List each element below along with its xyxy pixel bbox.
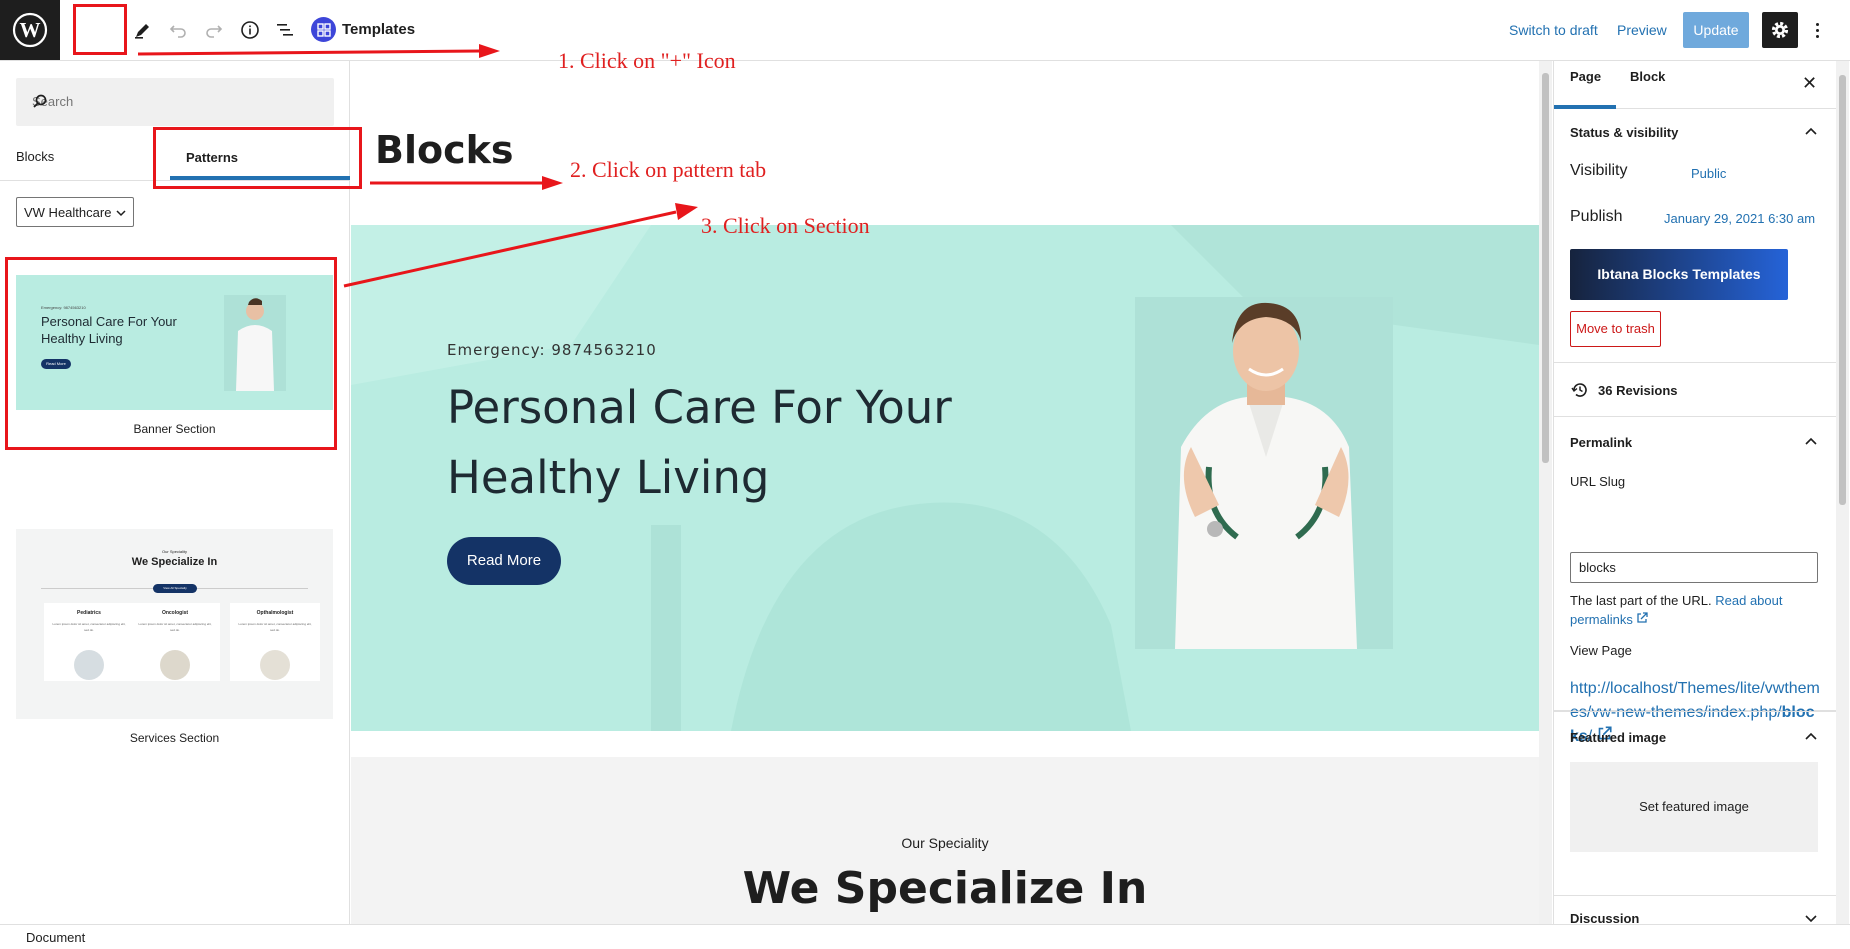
templates-button[interactable]: Templates	[311, 17, 415, 42]
featured-image-panel: Featured image Set featured image	[1554, 711, 1836, 896]
thumb-our-speciality: Our Speciality	[162, 549, 187, 554]
update-button[interactable]: Update	[1683, 12, 1749, 48]
search-input[interactable]: Search	[16, 78, 334, 126]
chevron-up-icon[interactable]	[1804, 728, 1818, 746]
annotation-box-plus	[73, 4, 127, 55]
page-title[interactable]: Blocks	[375, 128, 514, 172]
permalink-help: The last part of the URL. Read about per…	[1570, 591, 1822, 629]
our-speciality-text[interactable]: Our Speciality	[351, 835, 1539, 851]
visibility-value-button[interactable]: Public	[1691, 166, 1726, 181]
url-slug-label: URL Slug	[1570, 474, 1626, 489]
thumb-we-specialize: We Specialize In	[131, 556, 218, 568]
external-link-icon	[1636, 612, 1649, 627]
move-to-trash-button[interactable]: Move to trash	[1570, 311, 1661, 347]
tab-page[interactable]: Page	[1554, 61, 1616, 109]
pattern-services-section[interactable]: Our Speciality We Specialize In View All…	[16, 529, 333, 745]
tab-blocks[interactable]: Blocks	[16, 149, 54, 164]
services-section-block[interactable]: Our Speciality We Specialize In	[351, 757, 1539, 924]
pattern-services-thumbnail: Our Speciality We Specialize In View All…	[16, 529, 333, 719]
search-icon	[32, 93, 320, 112]
sidebar-scrollbar[interactable]	[1836, 61, 1849, 924]
annotation-step3: 3. Click on Section	[701, 213, 870, 238]
list-view-icon[interactable]	[268, 13, 302, 47]
chevron-down-icon[interactable]	[1804, 910, 1818, 924]
thumb-card-opthalmologist: Opthalmologist Lorem ipsum dolor sit ame…	[230, 603, 320, 681]
pattern-label: Services Section	[129, 731, 220, 745]
annotation-box-banner	[5, 257, 337, 450]
undo-icon[interactable]	[161, 13, 195, 47]
options-menu-icon[interactable]	[1812, 14, 1822, 46]
chevron-up-icon[interactable]	[1804, 123, 1818, 141]
annotation-step2: 2. Click on pattern tab	[570, 157, 767, 182]
pattern-category-select[interactable]: VW Healthcare	[16, 197, 134, 227]
settings-gear-icon[interactable]	[1762, 12, 1798, 48]
publish-label: Publish	[1570, 208, 1623, 225]
redo-icon[interactable]	[197, 13, 231, 47]
featured-image-toggle[interactable]: Featured image	[1570, 730, 1666, 745]
thumb-card-pediatrics: Pediatrics Lorem ipsum dolor sit amet, c…	[44, 603, 134, 681]
templates-grid-icon	[311, 17, 336, 42]
ibtana-templates-button[interactable]: Ibtana Blocks Templates	[1570, 249, 1788, 300]
block-breadcrumb-bar: Document	[0, 924, 1850, 949]
svg-text:W: W	[20, 18, 41, 42]
we-specialize-heading[interactable]: We Specialize In	[351, 863, 1539, 914]
chevron-down-icon	[116, 205, 126, 220]
preview-button[interactable]: Preview	[1617, 22, 1667, 38]
view-page-label: View Page	[1570, 643, 1632, 658]
block-inserter-panel: Search Blocks Patterns VW Healthcare Eme…	[0, 61, 350, 924]
status-visibility-panel: Status & visibility Visibility Public Pu…	[1554, 109, 1836, 363]
switch-to-draft-button[interactable]: Switch to draft	[1509, 22, 1598, 38]
editor-header: W + Templates Switch to draft Preview Up…	[0, 0, 1850, 61]
close-icon[interactable]: ✕	[1802, 73, 1817, 94]
tab-block[interactable]: Block	[1630, 69, 1665, 84]
status-visibility-toggle[interactable]: Status & visibility	[1570, 125, 1678, 140]
editor-canvas[interactable]: Blocks Emergency: 9874563210 Personal Ca…	[351, 61, 1539, 924]
set-featured-image-button[interactable]: Set featured image	[1570, 762, 1818, 852]
details-info-icon[interactable]	[233, 13, 267, 47]
emergency-text[interactable]: Emergency: 9874563210	[447, 341, 657, 359]
url-slug-input[interactable]: blocks	[1570, 552, 1818, 583]
settings-sidebar: Page Block ✕ Status & visibility Visibil…	[1553, 61, 1836, 924]
discussion-panel: Discussion	[1554, 896, 1836, 924]
permalink-help-text: The last part of the URL.	[1570, 593, 1712, 608]
annotation-step1: 1. Click on "+" Icon	[558, 48, 736, 73]
visibility-label: Visibility	[1570, 162, 1628, 179]
breadcrumb-document[interactable]: Document	[26, 930, 85, 945]
templates-label: Templates	[342, 21, 416, 38]
banner-heading[interactable]: Personal Care For Your Healthy Living	[447, 373, 1007, 513]
permalink-toggle[interactable]: Permalink	[1570, 435, 1632, 450]
thumb-view-all-button: View All Specialty	[153, 584, 197, 593]
discussion-toggle[interactable]: Discussion	[1570, 911, 1639, 924]
thumb-card-oncologist: Oncologist Lorem ipsum dolor sit amet, c…	[130, 603, 220, 681]
revisions-clock-icon	[1571, 381, 1589, 404]
sidebar-tabs: Page Block ✕	[1554, 61, 1836, 109]
pattern-category-value: VW Healthcare	[24, 204, 112, 220]
revisions-panel[interactable]: 36 Revisions	[1554, 363, 1836, 417]
tab-page-label: Page	[1570, 69, 1602, 84]
publish-date-button[interactable]: January 29, 2021 6:30 am	[1664, 211, 1815, 226]
permalink-panel: Permalink URL Slug blocks The last part …	[1554, 417, 1836, 711]
doctor-image[interactable]	[1135, 297, 1393, 649]
revisions-link[interactable]: 36 Revisions	[1598, 383, 1678, 398]
canvas-scrollbar[interactable]	[1539, 61, 1552, 924]
banner-section-block[interactable]: Emergency: 9874563210 Personal Care For …	[351, 225, 1539, 731]
chevron-up-icon[interactable]	[1804, 433, 1818, 451]
read-more-button[interactable]: Read More	[447, 537, 561, 585]
edit-pencil-icon[interactable]	[126, 13, 160, 47]
wordpress-logo-icon[interactable]: W	[0, 0, 60, 60]
annotation-box-patterns	[153, 127, 362, 189]
